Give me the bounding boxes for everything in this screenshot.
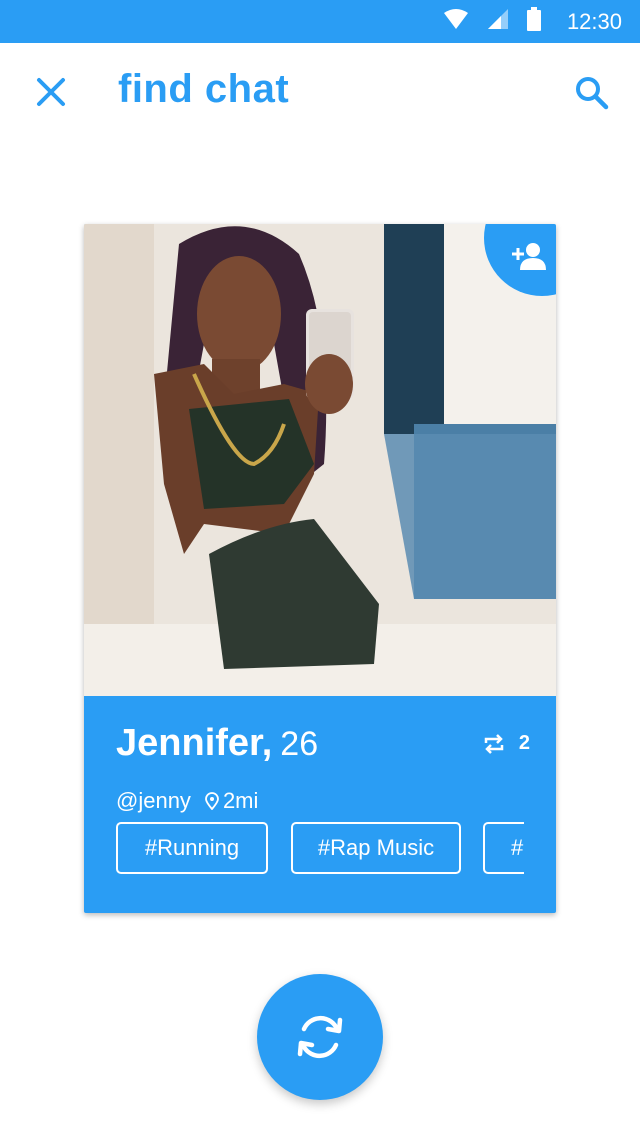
status-icons: 12:30	[443, 0, 622, 43]
repeat-count: 2	[518, 732, 530, 754]
add-person-icon	[512, 243, 546, 270]
profile-card[interactable]: Jennifer, 26 2 @jenny 2mi #Running #Rap …	[84, 224, 556, 913]
repeat-counter[interactable]: 2	[483, 732, 530, 755]
tag-rap-music[interactable]: #Rap Music	[291, 822, 461, 874]
refresh-icon	[297, 1015, 343, 1059]
profile-info: Jennifer, 26 2 @jenny 2mi #Running #Rap …	[84, 696, 556, 913]
close-icon	[37, 78, 65, 106]
repeat-icon	[484, 733, 504, 754]
profile-age: 26	[280, 725, 319, 763]
profile-photo[interactable]	[84, 224, 556, 696]
status-bar: 12:30	[0, 0, 640, 43]
profile-subline: @jenny 2mi	[116, 788, 258, 814]
app-bar: find chat	[0, 43, 640, 139]
close-button[interactable]	[22, 69, 80, 115]
battery-icon	[526, 7, 541, 36]
profile-handle: @jenny	[116, 788, 191, 813]
tag-partial[interactable]: #	[483, 822, 524, 874]
location-pin-icon	[205, 792, 219, 810]
tag-list: #Running #Rap Music #	[116, 822, 524, 878]
tag-running[interactable]: #Running	[116, 822, 268, 874]
profile-name: Jennifer,	[116, 722, 273, 764]
profile-photo-illustration	[84, 224, 556, 696]
name-line: Jennifer, 26	[116, 722, 318, 765]
search-icon	[576, 77, 609, 110]
distance-wrap: 2mi	[205, 788, 258, 814]
wifi-icon	[443, 8, 469, 35]
profile-distance: 2mi	[222, 788, 259, 813]
search-button[interactable]	[564, 69, 620, 117]
signal-icon	[487, 8, 509, 35]
status-time: 12:30	[566, 8, 622, 34]
page-title: find chat	[118, 67, 290, 111]
refresh-button[interactable]	[257, 974, 383, 1100]
